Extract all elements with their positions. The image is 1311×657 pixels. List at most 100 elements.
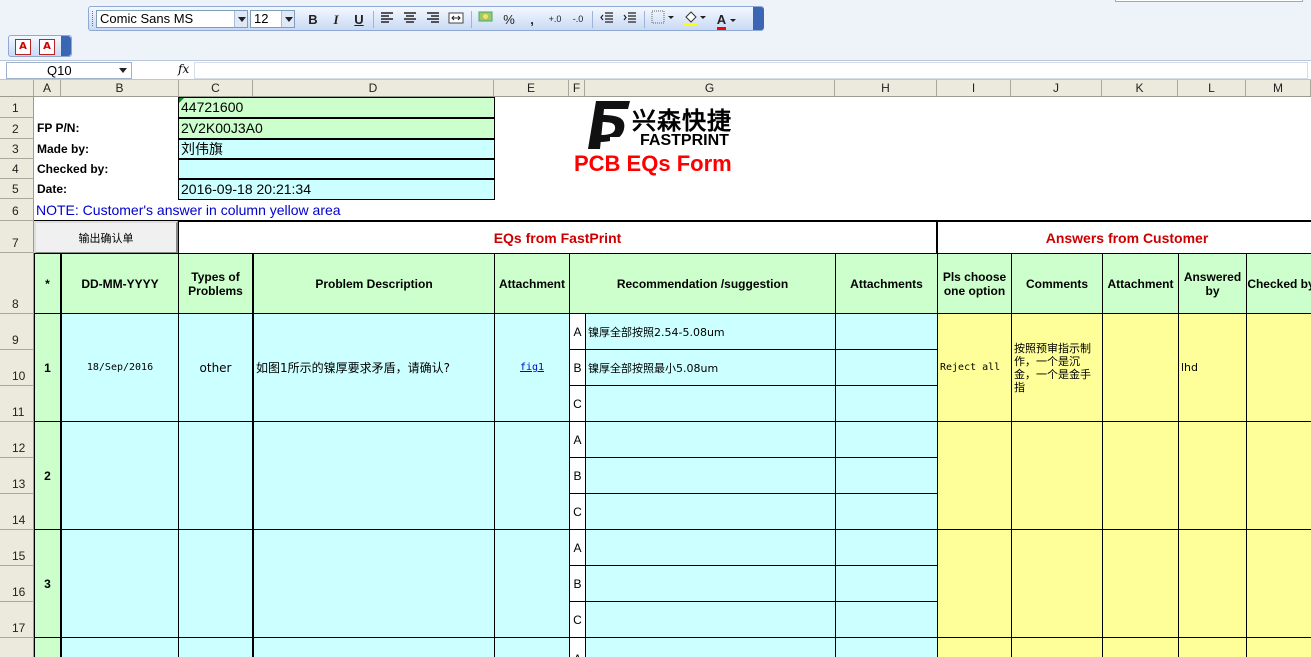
eq-type[interactable] — [178, 421, 253, 530]
option-text[interactable]: 镍厚全部按照最小5.08um — [585, 349, 836, 386]
eq-problem[interactable] — [253, 637, 495, 657]
eq-attachment[interactable] — [494, 421, 570, 530]
align-center-button[interactable] — [400, 10, 420, 29]
name-box[interactable]: Q10 — [6, 62, 132, 79]
align-right-button[interactable] — [423, 10, 443, 29]
column-header[interactable]: D — [253, 80, 494, 96]
italic-button[interactable]: I — [326, 10, 346, 29]
answered-by-cell[interactable] — [1178, 637, 1247, 657]
row-header[interactable]: 10 — [0, 350, 34, 386]
export-confirmation-button[interactable]: 输出确认单 — [34, 221, 178, 254]
eq-type[interactable] — [178, 637, 253, 657]
comment-cell[interactable] — [1011, 637, 1103, 657]
comment-cell[interactable] — [1011, 421, 1103, 530]
eq-type[interactable]: other — [178, 313, 253, 422]
row-header[interactable]: 13 — [0, 458, 34, 494]
fx-icon[interactable]: fx — [178, 62, 189, 76]
eq-type[interactable] — [178, 529, 253, 638]
column-header[interactable]: F — [569, 80, 585, 96]
toolbar-options-button[interactable] — [753, 7, 764, 30]
option-attachment[interactable] — [835, 349, 938, 386]
toolbar-grip[interactable] — [92, 11, 95, 26]
eq-date[interactable] — [61, 529, 179, 638]
option-attachment[interactable] — [835, 313, 938, 350]
order-number-cell[interactable]: 44721600 — [178, 97, 495, 118]
column-header[interactable]: H — [835, 80, 937, 96]
bold-button[interactable]: B — [303, 10, 323, 29]
pdf-email-icon[interactable]: A — [39, 39, 55, 55]
eq-number[interactable]: 1 — [34, 313, 61, 422]
option-text[interactable] — [585, 565, 836, 602]
pdf-convert-icon[interactable]: A — [15, 39, 31, 55]
checked-by-cell[interactable] — [1246, 637, 1311, 657]
option-attachment[interactable] — [835, 637, 938, 657]
option-text[interactable]: 镍厚全部按照2.54-5.08um — [585, 313, 836, 350]
customer-attachment-cell[interactable] — [1102, 421, 1179, 530]
option-text[interactable] — [585, 457, 836, 494]
row-header[interactable]: 9 — [0, 314, 34, 350]
eq-date[interactable] — [61, 637, 179, 657]
toolbar-options-button[interactable] — [61, 36, 71, 56]
fp-pn-cell[interactable]: 2V2K00J3A0 — [178, 118, 495, 139]
column-header[interactable]: J — [1011, 80, 1102, 96]
eq-problem[interactable] — [253, 529, 495, 638]
comment-cell[interactable]: 按照预审指示制作，一个是沉金，一个是金手指 — [1011, 313, 1103, 422]
chevron-down-icon[interactable] — [281, 11, 294, 27]
formula-input[interactable] — [194, 62, 1308, 79]
option-attachment[interactable] — [835, 457, 938, 494]
option-attachment[interactable] — [835, 565, 938, 602]
answered-by-cell[interactable]: lhd — [1178, 313, 1247, 422]
decrease-decimal-button[interactable]: -.0 — [568, 10, 588, 29]
eq-date[interactable]: 18/Sep/2016 — [61, 313, 179, 422]
row-header[interactable]: 4 — [0, 159, 34, 179]
row-header[interactable]: 2 — [0, 118, 34, 139]
currency-button[interactable] — [476, 10, 496, 29]
row-header[interactable]: 16 — [0, 566, 34, 602]
row-header[interactable]: 7 — [0, 221, 34, 253]
row-header[interactable]: 12 — [0, 422, 34, 458]
option-attachment[interactable] — [835, 385, 938, 422]
merge-center-button[interactable] — [446, 10, 466, 29]
eq-problem[interactable] — [253, 421, 495, 530]
row-header[interactable]: 8 — [0, 253, 34, 314]
answered-by-cell[interactable] — [1178, 421, 1247, 530]
eq-date[interactable] — [61, 421, 179, 530]
option-text[interactable] — [585, 637, 836, 657]
row-header[interactable]: 3 — [0, 139, 34, 159]
customer-attachment-cell[interactable] — [1102, 313, 1179, 422]
comment-cell[interactable] — [1011, 529, 1103, 638]
chevron-down-icon[interactable] — [234, 11, 247, 27]
choice-cell[interactable] — [937, 529, 1012, 638]
checked-by-cell[interactable] — [178, 159, 495, 179]
option-text[interactable] — [585, 421, 836, 458]
row-header[interactable] — [0, 638, 34, 657]
column-header[interactable]: L — [1178, 80, 1246, 96]
answered-by-cell[interactable] — [1178, 529, 1247, 638]
eq-number[interactable]: 2 — [34, 421, 61, 530]
column-header[interactable]: C — [179, 80, 253, 96]
row-header[interactable]: 11 — [0, 386, 34, 422]
row-header[interactable]: 14 — [0, 494, 34, 530]
option-text[interactable] — [585, 385, 836, 422]
eq-attachment[interactable] — [494, 637, 570, 657]
comma-style-button[interactable]: , — [522, 10, 542, 29]
checked-by-cell[interactable] — [1246, 313, 1311, 422]
increase-decimal-button[interactable]: +.0 — [545, 10, 565, 29]
date-cell[interactable]: 2016-09-18 20:21:34 — [178, 179, 495, 200]
row-header[interactable]: 15 — [0, 530, 34, 566]
font-size-select[interactable]: 12 — [250, 10, 295, 28]
option-attachment[interactable] — [835, 493, 938, 530]
decrease-indent-button[interactable] — [597, 10, 617, 29]
choice-cell[interactable] — [937, 421, 1012, 530]
fill-color-button[interactable] — [681, 10, 709, 29]
option-text[interactable] — [585, 529, 836, 566]
checked-by-cell[interactable] — [1246, 529, 1311, 638]
customer-attachment-cell[interactable] — [1102, 637, 1179, 657]
row-header[interactable]: 17 — [0, 602, 34, 638]
column-header[interactable]: K — [1102, 80, 1178, 96]
row-header[interactable]: 5 — [0, 179, 34, 199]
chevron-down-icon[interactable] — [119, 68, 127, 73]
font-color-button[interactable]: A — [713, 10, 741, 30]
align-left-button[interactable] — [377, 10, 397, 29]
underline-button[interactable]: U — [349, 10, 369, 29]
